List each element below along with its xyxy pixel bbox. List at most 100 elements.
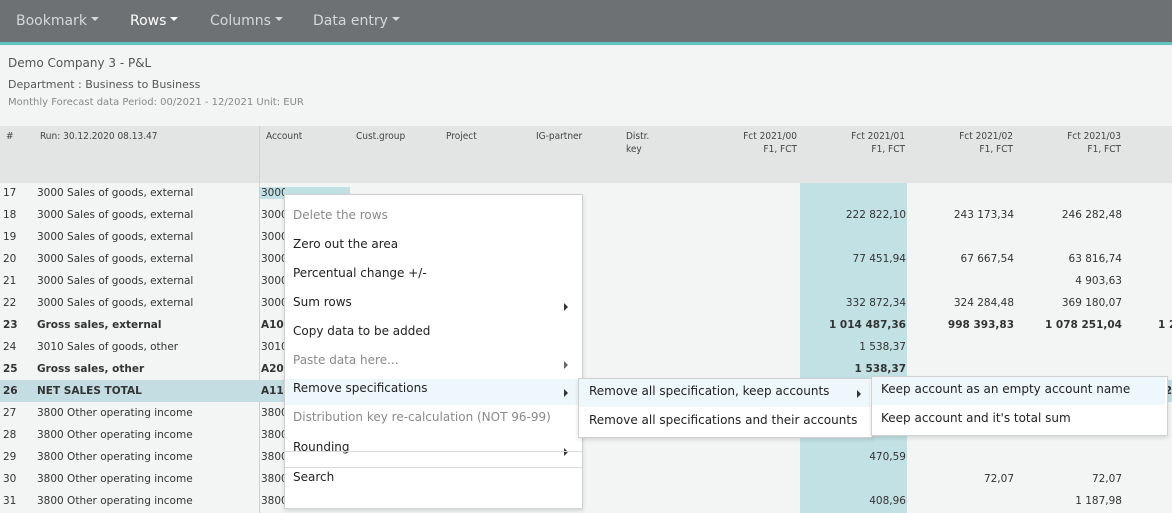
table-header: # Run: 30.12.2020 08.13.47 Account Cust.…	[0, 126, 1172, 183]
menu-separator	[285, 467, 582, 468]
col-header-fct02[interactable]: Fct 2021/02 F1, FCT	[910, 130, 1013, 156]
col-header-fct01[interactable]: Fct 2021/01 F1, FCT	[800, 130, 905, 156]
col-header-num: #	[6, 131, 14, 142]
value-fct01[interactable]: 408,96	[800, 490, 906, 512]
row-name: 3000 Sales of goods, external	[37, 275, 194, 287]
chevron-right-icon	[564, 303, 568, 311]
row-number: 28	[3, 429, 17, 441]
row-number: 19	[3, 231, 17, 243]
value-fct02[interactable]: 67 667,54	[910, 248, 1014, 270]
menu-data-entry[interactable]: Data entry	[313, 0, 400, 42]
table-row[interactable]: 30 3800 Other operating income 3800 72,07 72…	[0, 468, 1172, 490]
row-name: 3800 Other operating income	[37, 451, 193, 463]
value-fct03[interactable]: 72,07	[1020, 468, 1122, 490]
context-menu-item-paste-data-here: Paste data here...	[285, 351, 580, 377]
context-menu-item-label: Sum rows	[293, 295, 352, 309]
row-account[interactable]: A20	[261, 358, 285, 380]
row-account[interactable]: 3000	[261, 270, 285, 292]
context-menu-item-label: Distribution key re-calculation (NOT 96-…	[293, 410, 551, 424]
value-fct02[interactable]: 324 284,48	[910, 292, 1014, 314]
value-fct02[interactable]: 72,07	[910, 468, 1014, 490]
row-account[interactable]: 3000	[261, 248, 285, 270]
row-account[interactable]: 3800	[261, 402, 285, 424]
row-name: 3800 Other operating income	[37, 495, 193, 507]
context-menu-item-delete-the-rows: Delete the rows	[285, 206, 580, 232]
table-row[interactable]: 31 3800 Other operating income 3800 408,96 1…	[0, 490, 1172, 512]
row-number: 18	[3, 209, 17, 221]
table-row[interactable]: 29 3800 Other operating income 3800 470,59	[0, 446, 1172, 468]
top-menu-accent-line	[0, 42, 1172, 45]
table-row[interactable]: 23 Gross sales, external A10 1 014 487,36 99…	[0, 314, 1172, 336]
table-row[interactable]: 20 3000 Sales of goods, external 3000 77 45…	[0, 248, 1172, 270]
table-row[interactable]: 18 3000 Sales of goods, external 3000 222 8…	[0, 204, 1172, 226]
col-header-ig-partner[interactable]: IG-partner	[536, 130, 582, 143]
row-number: 27	[3, 407, 17, 419]
value-fct03[interactable]: 4 903,63	[1020, 270, 1122, 292]
submenu-keep-accounts: Keep account as an empty account name Kee…	[871, 376, 1168, 436]
row-account[interactable]: A10	[261, 314, 285, 336]
table-row[interactable]: 17 3000 Sales of goods, external 3000	[0, 182, 1172, 204]
menu-bookmark[interactable]: Bookmark	[16, 0, 99, 42]
value-fct03[interactable]: 63 816,74	[1020, 248, 1122, 270]
value-fct01[interactable]: 1 538,37	[800, 336, 906, 358]
submenu-item-keep-total-sum[interactable]: Keep account and it's total sum	[872, 406, 1165, 434]
row-account[interactable]: A11	[261, 380, 285, 402]
value-fct01[interactable]: 77 451,94	[800, 248, 906, 270]
row-account[interactable]: 3000	[261, 226, 285, 248]
row-name: NET SALES TOTAL	[37, 385, 142, 397]
row-name: 3800 Other operating income	[37, 429, 193, 441]
value-fct04[interactable]: 1 2	[1158, 314, 1172, 336]
context-menu-item-search[interactable]: Search	[285, 468, 580, 494]
context-menu-item-copy-data-to-be-added[interactable]: Copy data to be added	[285, 322, 580, 348]
menu-rows[interactable]: Rows	[130, 0, 179, 42]
col-header-fct00[interactable]: Fct 2021/00 F1, FCT	[690, 130, 797, 156]
value-fct03[interactable]: 369 180,07	[1020, 292, 1122, 314]
row-account[interactable]: 3800	[261, 468, 285, 490]
table-row[interactable]: 24 3010 Sales of goods, other 3010 1 538,37	[0, 336, 1172, 358]
row-account[interactable]: 3010	[261, 336, 285, 358]
value-fct02[interactable]: 243 173,34	[910, 204, 1014, 226]
value-fct03[interactable]: 1 078 251,04	[1020, 314, 1122, 336]
value-fct03[interactable]: 246 282,48	[1020, 204, 1122, 226]
context-menu-item-remove-specifications[interactable]: Remove specifications	[285, 379, 580, 405]
context-menu-item-percentual-change[interactable]: Percentual change +/-	[285, 264, 580, 290]
row-number: 26	[3, 385, 18, 397]
col-header-project[interactable]: Project	[446, 130, 477, 143]
context-menu-item-sum-rows[interactable]: Sum rows	[285, 293, 580, 319]
col-header-distr-key[interactable]: Distr. key	[626, 130, 649, 156]
row-account[interactable]: 3000	[261, 292, 285, 314]
value-fct03[interactable]: 1 187,98	[1020, 490, 1122, 512]
submenu-item-keep-empty-name[interactable]: Keep account as an empty account name	[872, 377, 1165, 405]
value-fct01[interactable]: 332 872,34	[800, 292, 906, 314]
value-fct01[interactable]: 470,59	[800, 446, 906, 468]
menu-columns[interactable]: Columns	[210, 0, 283, 42]
caret-down-icon	[274, 17, 283, 21]
row-number: 31	[3, 495, 17, 507]
row-name: 3000 Sales of goods, external	[37, 209, 194, 221]
menu-columns-label: Columns	[210, 13, 271, 29]
context-menu-item-label: Search	[293, 470, 335, 484]
value-fct01[interactable]: 222 822,10	[800, 204, 906, 226]
row-account[interactable]: 3000	[261, 204, 285, 226]
report-company-title: Demo Company 3 - P&L	[8, 56, 152, 70]
table-row[interactable]: 22 3000 Sales of goods, external 3000 332 8…	[0, 292, 1172, 314]
value-fct02[interactable]: 998 393,83	[910, 314, 1014, 336]
col-header-account[interactable]: Account	[266, 130, 302, 143]
row-account[interactable]: 3800	[261, 490, 285, 512]
row-account[interactable]: 3800	[261, 424, 285, 446]
table-row[interactable]: 21 3000 Sales of goods, external 3000 4 903…	[0, 270, 1172, 292]
submenu-item-keep-accounts[interactable]: Remove all specification, keep accounts	[579, 379, 870, 407]
context-menu-item-label: Delete the rows	[293, 208, 388, 222]
menu-rows-label: Rows	[130, 13, 167, 29]
table-row[interactable]: 19 3000 Sales of goods, external 3000	[0, 226, 1172, 248]
row-account[interactable]: 3800	[261, 446, 285, 468]
value-fct01[interactable]: 1 014 487,36	[800, 314, 906, 336]
submenu-item-remove-accounts[interactable]: Remove all specifications and their acco…	[579, 408, 870, 436]
row-number: 22	[3, 297, 17, 309]
col-header-fct03[interactable]: Fct 2021/03 F1, FCT	[1020, 130, 1121, 156]
row-number: 17	[3, 187, 17, 199]
col-header-cust-group[interactable]: Cust.group	[356, 130, 405, 143]
row-name: Gross sales, other	[37, 363, 145, 375]
row-account[interactable]: 3000	[261, 182, 285, 204]
context-menu-item-zero-out-the-area[interactable]: Zero out the area	[285, 235, 580, 261]
